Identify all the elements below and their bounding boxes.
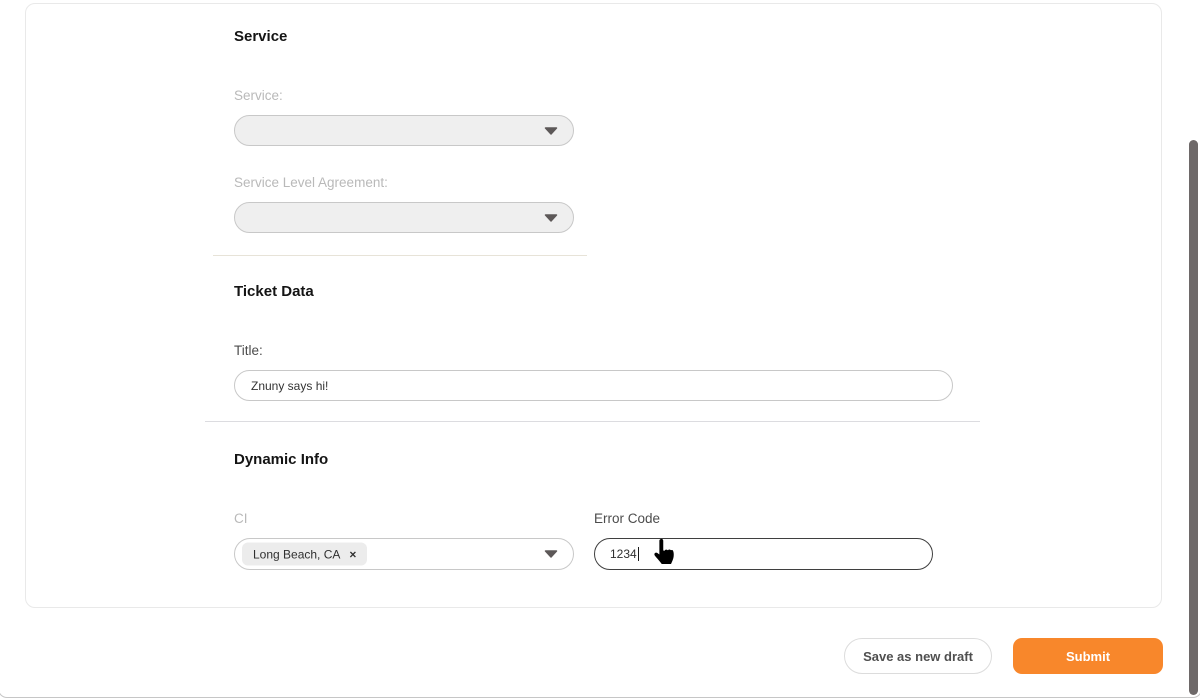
ci-selected-tag: Long Beach, CA × <box>242 543 367 566</box>
section-heading-ticket-data: Ticket Data <box>234 284 314 300</box>
ticket-form-page: Service Service: Service Level Agreement… <box>0 0 1200 700</box>
section-heading-service: Service <box>234 29 287 45</box>
chevron-down-icon <box>544 127 558 135</box>
text-caret <box>638 547 639 561</box>
section-divider <box>205 421 980 422</box>
ci-multiselect[interactable]: Long Beach, CA × <box>234 538 574 570</box>
sla-select[interactable] <box>234 202 574 233</box>
submit-button[interactable]: Submit <box>1013 638 1163 674</box>
section-heading-dynamic-info: Dynamic Info <box>234 452 328 468</box>
service-select[interactable] <box>234 115 574 146</box>
error-code-label: Error Code <box>594 511 660 526</box>
save-as-new-draft-button[interactable]: Save as new draft <box>844 638 992 674</box>
error-code-input[interactable]: 1234 <box>594 538 933 570</box>
chevron-down-icon <box>544 214 558 222</box>
vertical-scrollbar-thumb[interactable] <box>1189 140 1198 695</box>
sla-label: Service Level Agreement: <box>234 175 388 190</box>
title-input[interactable] <box>234 370 953 401</box>
title-label: Title: <box>234 343 263 358</box>
service-label: Service: <box>234 88 283 103</box>
section-divider <box>213 255 587 256</box>
chevron-down-icon <box>544 550 558 558</box>
remove-tag-icon[interactable]: × <box>349 548 356 560</box>
error-code-value: 1234 <box>610 547 637 561</box>
ci-tag-label: Long Beach, CA <box>253 547 340 561</box>
ci-label: CI <box>234 511 248 526</box>
ticket-form-card: Service Service: Service Level Agreement… <box>25 3 1162 608</box>
